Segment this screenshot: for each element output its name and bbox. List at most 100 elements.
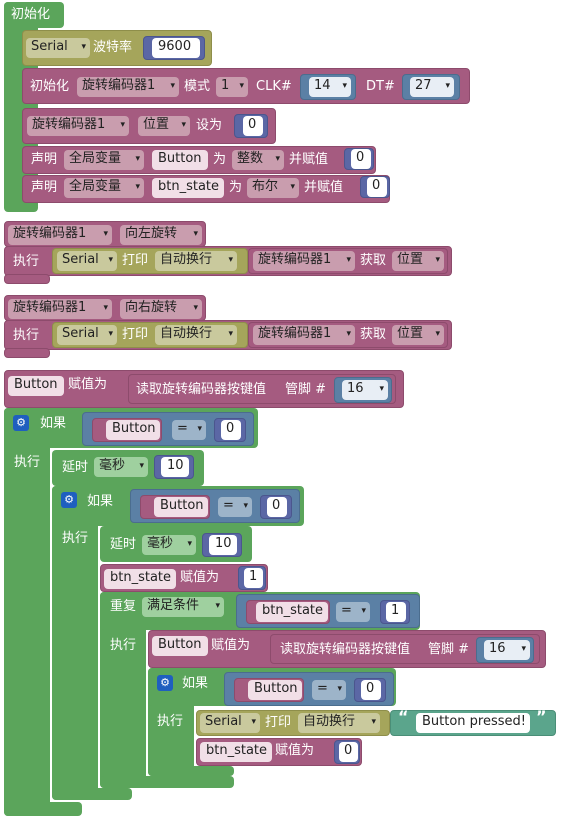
serial-dropdown[interactable]: Serial ▾ bbox=[200, 713, 260, 733]
chevron-down-icon: ▾ bbox=[193, 303, 198, 313]
operator-dropdown[interactable]: = ▾ bbox=[172, 420, 206, 440]
serial-dropdown[interactable]: Serial ▾ bbox=[57, 325, 117, 345]
pin-dropdown[interactable]: 16 ▾ bbox=[484, 640, 530, 660]
delay-value-input[interactable]: 10 bbox=[161, 457, 189, 477]
serial-dropdown[interactable]: Serial ▾ bbox=[26, 38, 90, 58]
var-name-field[interactable]: btn_state bbox=[256, 602, 328, 622]
direction-dropdown[interactable]: 向右旋转 ▾ bbox=[120, 299, 202, 319]
type-dropdown[interactable]: 布尔 ▾ bbox=[247, 178, 299, 198]
assign-value-input[interactable]: 0 bbox=[339, 742, 358, 762]
var-name-field[interactable]: btn_state bbox=[152, 178, 224, 198]
setup-title: 初始化 bbox=[11, 7, 51, 22]
gear-icon[interactable]: ⚙ bbox=[13, 415, 29, 431]
chevron-down-icon: ▾ bbox=[228, 255, 233, 265]
pin-dropdown[interactable]: 16 ▾ bbox=[342, 380, 388, 400]
position-value-input[interactable]: 0 bbox=[243, 116, 263, 136]
if-inner-footer[interactable] bbox=[52, 788, 132, 800]
clk-pin-dropdown[interactable]: 14 ▾ bbox=[309, 77, 351, 97]
var-name-field[interactable]: Button bbox=[152, 636, 208, 656]
assign-label: 并赋值 bbox=[289, 152, 329, 167]
exec-label: 执行 bbox=[13, 328, 40, 343]
baud-input[interactable]: 9600 bbox=[152, 38, 200, 58]
scope-dropdown[interactable]: 全局变量 ▾ bbox=[64, 178, 144, 198]
if-innermost-footer[interactable] bbox=[148, 766, 234, 776]
baud-label: 波特率 bbox=[93, 40, 133, 55]
gear-icon[interactable]: ⚙ bbox=[61, 492, 77, 508]
chevron-down-icon: ▾ bbox=[170, 81, 175, 91]
var-name-field[interactable]: btn_state bbox=[200, 742, 272, 762]
get-label: 获取 bbox=[360, 253, 387, 268]
type-dropdown[interactable]: 整数 ▾ bbox=[232, 150, 284, 170]
message-input[interactable]: Button pressed! bbox=[416, 713, 530, 733]
if-label: 如果 bbox=[87, 494, 114, 509]
chevron-down-icon: ▾ bbox=[521, 644, 526, 654]
get-value-dropdown[interactable]: 位置 ▾ bbox=[392, 325, 444, 345]
if-outer-footer[interactable] bbox=[4, 802, 82, 816]
scope-dropdown[interactable]: 全局变量 ▾ bbox=[64, 150, 144, 170]
direction-dropdown[interactable]: 向左旋转 ▾ bbox=[120, 225, 202, 245]
chevron-down-icon: ▾ bbox=[135, 154, 140, 164]
operator-dropdown[interactable]: = ▾ bbox=[312, 680, 346, 700]
var-name-field[interactable]: Button bbox=[8, 376, 64, 396]
assign-label: 赋值为 bbox=[211, 638, 251, 653]
print-mode-dropdown[interactable]: 自动换行 ▾ bbox=[298, 713, 380, 733]
assign-value-input[interactable]: 1 bbox=[244, 568, 263, 588]
unit-dropdown[interactable]: 毫秒 ▾ bbox=[142, 535, 196, 555]
pin-label: 管脚 # bbox=[428, 642, 470, 657]
serial-dropdown[interactable]: Serial ▾ bbox=[57, 251, 117, 271]
chevron-down-icon: ▾ bbox=[228, 329, 233, 339]
get-value-dropdown[interactable]: 位置 ▾ bbox=[392, 251, 444, 271]
chevron-down-icon: ▾ bbox=[103, 303, 108, 313]
var-name-field[interactable]: Button bbox=[154, 497, 208, 517]
var-name-field[interactable]: Button bbox=[152, 150, 208, 170]
chevron-down-icon: ▾ bbox=[108, 329, 113, 339]
encoder-dropdown[interactable]: 旋转编码器1 ▾ bbox=[253, 325, 355, 345]
compare-value-input[interactable]: 1 bbox=[386, 602, 406, 622]
operator-dropdown[interactable]: = ▾ bbox=[218, 497, 252, 517]
print-mode-dropdown[interactable]: 自动换行 ▾ bbox=[155, 325, 237, 345]
chevron-down-icon: ▾ bbox=[361, 606, 366, 616]
var-init-input[interactable]: 0 bbox=[367, 177, 387, 197]
var-name-field[interactable]: btn_state bbox=[104, 569, 176, 589]
assign-label: 赋值为 bbox=[275, 743, 315, 758]
chevron-down-icon: ▾ bbox=[346, 329, 351, 339]
print-mode-dropdown[interactable]: 自动换行 ▾ bbox=[155, 251, 237, 271]
repeat-footer[interactable] bbox=[100, 776, 234, 788]
encoder-dropdown[interactable]: 旋转编码器1 ▾ bbox=[8, 225, 112, 245]
encoder-dropdown[interactable]: 旋转编码器1 ▾ bbox=[8, 299, 112, 319]
print-label: 打印 bbox=[122, 327, 149, 342]
right-rotate-footer[interactable] bbox=[4, 348, 50, 358]
chevron-down-icon: ▾ bbox=[290, 182, 295, 192]
declare-label: 声明 bbox=[31, 152, 58, 167]
position-dropdown[interactable]: 位置 ▾ bbox=[138, 116, 190, 136]
chevron-down-icon: ▾ bbox=[181, 120, 186, 130]
dt-pin-dropdown[interactable]: 27 ▾ bbox=[410, 77, 454, 97]
exec-label: 执行 bbox=[13, 254, 40, 269]
exec-label: 执行 bbox=[110, 638, 137, 653]
open-quote-icon: “ bbox=[398, 707, 409, 726]
chevron-down-icon: ▾ bbox=[103, 229, 108, 239]
chevron-down-icon: ▾ bbox=[379, 384, 384, 394]
as-label: 为 bbox=[229, 180, 243, 195]
encoder-dropdown[interactable]: 旋转编码器1 ▾ bbox=[77, 77, 179, 97]
left-rotate-footer[interactable] bbox=[4, 274, 50, 284]
chevron-down-icon: ▾ bbox=[108, 255, 113, 265]
encoder-dropdown[interactable]: 旋转编码器1 ▾ bbox=[253, 251, 355, 271]
compare-value-input[interactable]: 0 bbox=[361, 680, 381, 700]
chevron-down-icon: ▾ bbox=[445, 81, 450, 91]
unit-dropdown[interactable]: 毫秒 ▾ bbox=[94, 457, 148, 477]
exec-label: 执行 bbox=[62, 531, 89, 546]
compare-value-input[interactable]: 0 bbox=[267, 497, 287, 517]
encoder-dropdown[interactable]: 旋转编码器1 ▾ bbox=[27, 116, 129, 136]
assign-label: 并赋值 bbox=[304, 180, 344, 195]
read-label: 读取旋转编码器按键值 bbox=[280, 642, 411, 657]
mode-dropdown[interactable]: 1 ▾ bbox=[216, 77, 248, 97]
compare-value-input[interactable]: 0 bbox=[221, 420, 241, 440]
gear-icon[interactable]: ⚙ bbox=[157, 675, 173, 691]
delay-value-input[interactable]: 10 bbox=[209, 535, 237, 555]
var-name-field[interactable]: Button bbox=[248, 680, 302, 700]
var-name-field[interactable]: Button bbox=[106, 420, 160, 440]
repeat-mode-dropdown[interactable]: 满足条件 ▾ bbox=[142, 597, 224, 617]
operator-dropdown[interactable]: = ▾ bbox=[336, 602, 370, 622]
var-init-input[interactable]: 0 bbox=[351, 149, 371, 169]
